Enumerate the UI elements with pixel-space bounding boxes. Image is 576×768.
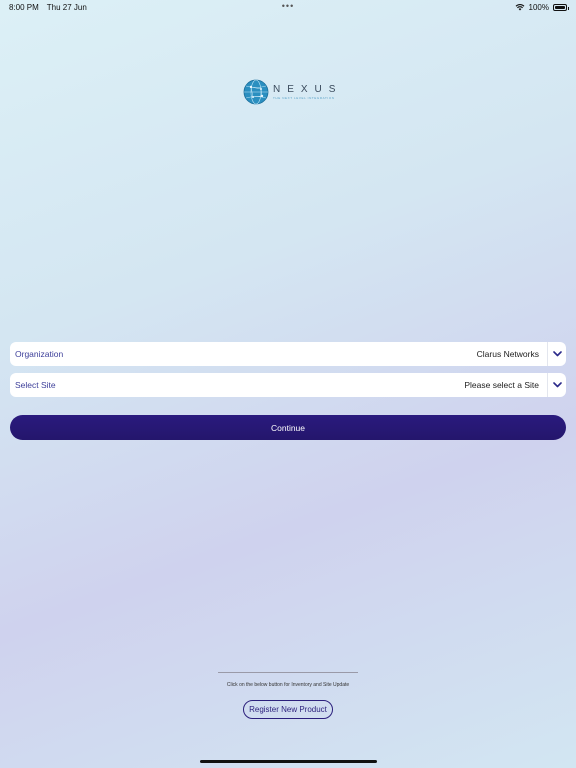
- status-right: 100%: [515, 2, 569, 12]
- register-new-product-button[interactable]: Register New Product: [243, 700, 333, 719]
- divider: [218, 672, 358, 673]
- logo-text: NEXUS THE NEXT LEVEL INTEGRATION: [273, 84, 342, 100]
- site-value: Please select a Site: [464, 380, 539, 390]
- register-hint: Click on the below button for Inventory …: [226, 682, 350, 688]
- multitasking-dots[interactable]: •••: [282, 1, 294, 11]
- globe-icon: [243, 79, 269, 105]
- chevron-down-icon[interactable]: [547, 373, 566, 397]
- status-time: 8:00 PM: [9, 2, 39, 12]
- battery-icon: [553, 3, 569, 11]
- logo-tagline: THE NEXT LEVEL INTEGRATION: [273, 96, 335, 100]
- organization-value: Clarus Networks: [476, 349, 539, 359]
- organization-dropdown[interactable]: Organization Clarus Networks: [10, 342, 566, 366]
- logo-word: NEXUS: [273, 84, 343, 95]
- status-left: 8:00 PM Thu 27 Jun: [9, 3, 87, 12]
- home-indicator[interactable]: [200, 760, 377, 763]
- chevron-down-icon[interactable]: [547, 342, 566, 366]
- status-date: Thu 27 Jun: [46, 2, 87, 12]
- organization-label: Organization: [15, 349, 64, 359]
- nexus-logo: NEXUS THE NEXT LEVEL INTEGRATION: [243, 79, 342, 105]
- continue-button[interactable]: Continue: [10, 415, 566, 440]
- wifi-icon: [515, 4, 524, 11]
- site-label: Select Site: [15, 380, 56, 390]
- status-bar: 8:00 PM Thu 27 Jun ••• 100%: [0, 0, 576, 14]
- site-dropdown[interactable]: Select Site Please select a Site: [10, 373, 566, 397]
- battery-percent: 100%: [528, 2, 549, 12]
